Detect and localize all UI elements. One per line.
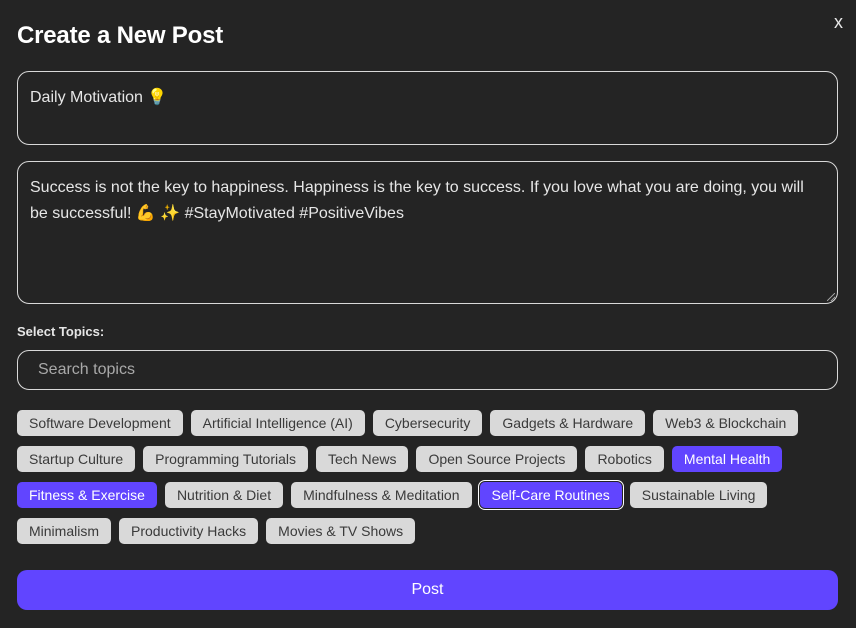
topic-chip[interactable]: Artificial Intelligence (AI) (190, 410, 365, 436)
modal-title: Create a New Post (17, 22, 224, 49)
topic-search-input[interactable] (18, 351, 837, 389)
create-post-modal: x Create a New Post Daily Motivation 💡 S… (0, 0, 856, 628)
topic-chip[interactable]: Minimalism (17, 518, 111, 544)
topic-chip-list: Software Development Artificial Intellige… (17, 410, 847, 544)
resize-handle[interactable] (827, 293, 835, 301)
topic-chip[interactable]: Robotics (585, 446, 664, 472)
select-topics-label: Select Topics: (17, 324, 105, 339)
topic-chip[interactable]: Mindfulness & Meditation (291, 482, 472, 508)
topic-chip[interactable]: Gadgets & Hardware (490, 410, 646, 436)
close-button[interactable]: x (834, 12, 843, 32)
topic-chip[interactable]: Nutrition & Diet (164, 482, 284, 508)
topic-chip[interactable]: Productivity Hacks (119, 518, 259, 544)
post-body-field[interactable]: Success is not the key to happiness. Hap… (17, 161, 838, 304)
topic-chip[interactable]: Mental Health (671, 446, 783, 472)
topic-chip[interactable]: Software Development (17, 410, 183, 436)
topic-chip[interactable]: Web3 & Blockchain (653, 410, 799, 436)
topic-chip[interactable]: Movies & TV Shows (266, 518, 416, 544)
topic-chip[interactable]: Tech News (316, 446, 409, 472)
topic-chip[interactable]: Fitness & Exercise (17, 482, 157, 508)
topic-chip[interactable]: Self-Care Routines (479, 482, 622, 508)
post-body-text: Success is not the key to happiness. Hap… (30, 179, 804, 222)
topic-chip[interactable]: Startup Culture (17, 446, 136, 472)
topic-chip[interactable]: Programming Tutorials (143, 446, 308, 472)
topic-search-box[interactable] (17, 350, 838, 390)
post-button[interactable]: Post (17, 570, 838, 610)
topic-chip[interactable]: Open Source Projects (416, 446, 578, 472)
topic-chip[interactable]: Sustainable Living (629, 482, 768, 508)
post-title-field[interactable]: Daily Motivation 💡 (17, 71, 838, 145)
topic-chip[interactable]: Cybersecurity (372, 410, 483, 436)
